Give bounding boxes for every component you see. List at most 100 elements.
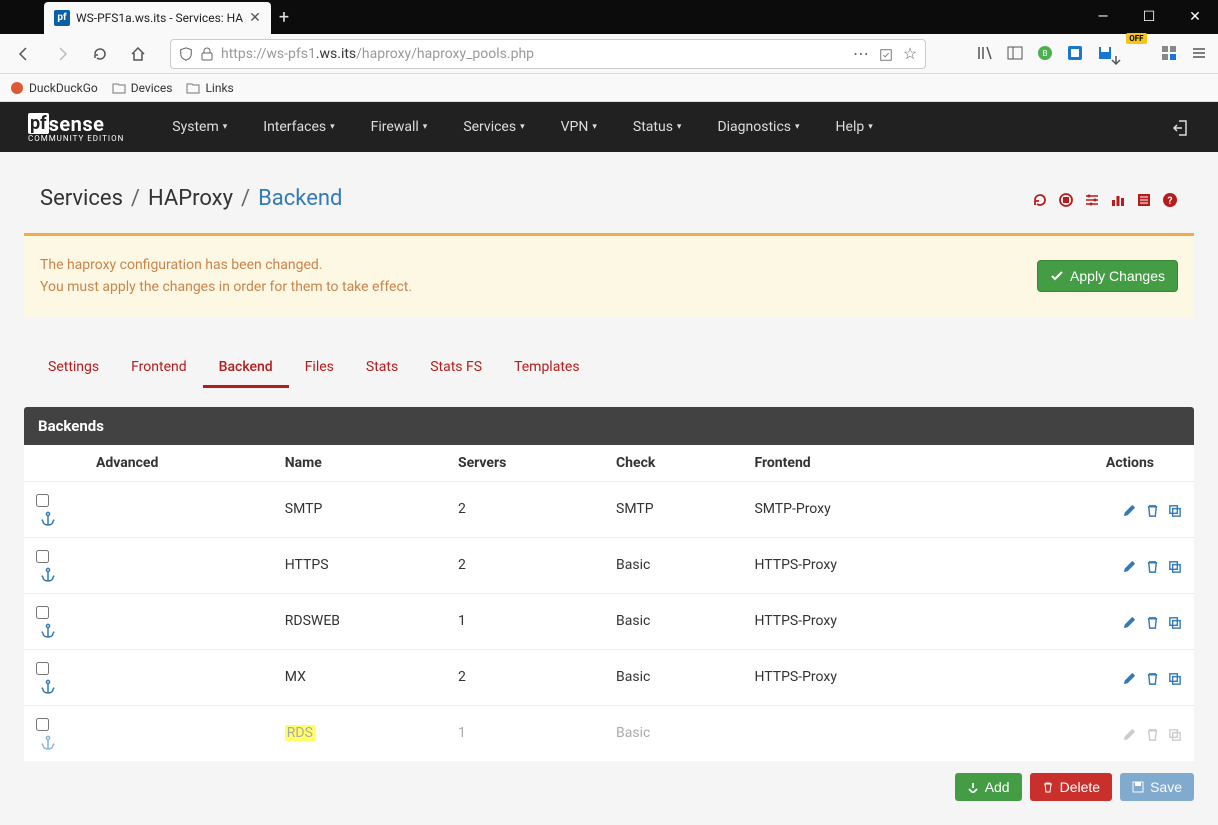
delete-button[interactable]: Delete <box>1030 773 1112 801</box>
tab-settings[interactable]: Settings <box>32 349 115 388</box>
table-row: RDS 1 Basic <box>24 705 1194 761</box>
sidebar-icon[interactable] <box>1006 44 1024 62</box>
back-button[interactable] <box>10 40 38 68</box>
edit-icon[interactable] <box>1122 612 1137 631</box>
trash-icon[interactable] <box>1145 556 1160 575</box>
close-window-button[interactable]: ✕ <box>1172 0 1218 34</box>
extensions-icon[interactable] <box>1160 44 1178 62</box>
star-icon[interactable]: ☆ <box>903 44 917 63</box>
help-icon[interactable]: ? <box>1162 189 1178 208</box>
row-frontend <box>742 705 975 761</box>
row-name: RDS <box>285 725 315 741</box>
backends-table: Advanced Name Servers Check Frontend Act… <box>24 445 1194 761</box>
row-checkbox[interactable] <box>36 718 49 731</box>
stats-icon[interactable] <box>1110 189 1126 208</box>
tab-stats[interactable]: Stats <box>350 349 414 388</box>
copy-icon[interactable] <box>1167 724 1182 743</box>
col-servers: Servers <box>446 445 604 482</box>
row-checkbox[interactable] <box>36 494 49 507</box>
restart-service-icon[interactable] <box>1032 189 1048 208</box>
bookmarks-bar: DuckDuckGo Devices Links <box>0 74 1218 102</box>
browser-tab[interactable]: pf WS-PFS1a.ws.its - Services: HA ✕ <box>44 2 271 34</box>
copy-icon[interactable] <box>1167 668 1182 687</box>
breadcrumb-backend[interactable]: Backend <box>258 186 342 211</box>
add-button[interactable]: Add <box>955 773 1022 801</box>
copy-icon[interactable] <box>1167 612 1182 631</box>
breadcrumb-row: Services / HAProxy / Backend ? <box>24 176 1194 221</box>
tabs-row: SettingsFrontendBackendFilesStatsStats F… <box>24 349 1194 389</box>
reader-icon[interactable] <box>879 44 893 63</box>
row-checkbox[interactable] <box>36 606 49 619</box>
trash-icon[interactable] <box>1145 612 1160 631</box>
stop-service-icon[interactable] <box>1058 189 1074 208</box>
row-checkbox[interactable] <box>36 662 49 675</box>
nav-help[interactable]: Help▾ <box>818 119 891 135</box>
tab-files[interactable]: Files <box>289 349 350 388</box>
extension-blue-icon[interactable] <box>1066 44 1084 62</box>
close-icon[interactable]: ✕ <box>249 10 261 26</box>
home-button[interactable] <box>124 40 152 68</box>
logout-icon[interactable] <box>1172 117 1190 138</box>
tab-stats-fs[interactable]: Stats FS <box>414 349 498 388</box>
row-checkbox[interactable] <box>36 550 49 563</box>
copy-icon[interactable] <box>1167 556 1182 575</box>
anchor-icon[interactable] <box>40 508 56 527</box>
forward-button[interactable] <box>48 40 76 68</box>
col-name: Name <box>273 445 446 482</box>
apply-changes-button[interactable]: Apply Changes <box>1037 260 1178 292</box>
nav-firewall[interactable]: Firewall▾ <box>353 119 446 135</box>
bookmark-duckduckgo[interactable]: DuckDuckGo <box>10 81 98 95</box>
trash-icon[interactable] <box>1145 500 1160 519</box>
anchor-icon[interactable] <box>40 564 56 583</box>
anchor-icon[interactable] <box>40 732 56 751</box>
page-actions-icon[interactable]: ⋯ <box>853 44 869 63</box>
row-check: Basic <box>604 537 742 593</box>
anchor-icon[interactable] <box>40 620 56 639</box>
lock-icon[interactable] <box>201 46 213 62</box>
row-check: Basic <box>604 593 742 649</box>
menu-icon[interactable] <box>1190 44 1208 62</box>
row-frontend: SMTP-Proxy <box>742 481 975 537</box>
nav-interfaces[interactable]: Interfaces▾ <box>245 119 352 135</box>
pfsense-logo[interactable]: pfsense COMMUNITY EDITION <box>28 112 124 143</box>
extension-green-icon[interactable]: B <box>1036 44 1054 62</box>
nav-status[interactable]: Status▾ <box>615 119 700 135</box>
nav-diagnostics[interactable]: Diagnostics▾ <box>699 119 817 135</box>
trash-icon[interactable] <box>1145 724 1160 743</box>
shield-icon[interactable] <box>179 46 193 62</box>
anchor-icon[interactable] <box>40 676 56 695</box>
alert-line2: You must apply the changes in order for … <box>40 276 412 298</box>
new-tab-button[interactable]: + <box>279 7 289 28</box>
save-button[interactable]: Save <box>1120 773 1194 801</box>
maximize-button[interactable]: ☐ <box>1126 0 1172 34</box>
tab-templates[interactable]: Templates <box>498 349 596 388</box>
url-bar[interactable]: https://ws-pfs1.ws.its/haproxy/haproxy_p… <box>170 39 926 69</box>
bookmark-devices[interactable]: Devices <box>112 81 173 95</box>
nav-system[interactable]: System▾ <box>154 119 245 135</box>
config-changed-alert: The haproxy configuration has been chang… <box>24 233 1194 317</box>
library-icon[interactable] <box>976 44 994 62</box>
trash-icon[interactable] <box>1145 668 1160 687</box>
log-icon[interactable] <box>1136 189 1152 208</box>
reload-button[interactable] <box>86 40 114 68</box>
settings-sliders-icon[interactable] <box>1084 189 1100 208</box>
bookmark-links[interactable]: Links <box>186 81 233 95</box>
tab-backend[interactable]: Backend <box>203 349 289 388</box>
row-frontend: HTTPS-Proxy <box>742 537 975 593</box>
edit-icon[interactable] <box>1122 724 1137 743</box>
row-name: MX <box>285 669 306 685</box>
tracking-icon[interactable]: OFF <box>1126 37 1148 69</box>
minimize-button[interactable]: — <box>1080 0 1126 34</box>
nav-vpn[interactable]: VPN▾ <box>543 119 615 135</box>
url-text: https://ws-pfs1.ws.its/haproxy/haproxy_p… <box>221 46 845 62</box>
edit-icon[interactable] <box>1122 556 1137 575</box>
copy-icon[interactable] <box>1167 500 1182 519</box>
edit-icon[interactable] <box>1122 668 1137 687</box>
row-frontend: HTTPS-Proxy <box>742 593 975 649</box>
edit-icon[interactable] <box>1122 500 1137 519</box>
breadcrumb-haproxy[interactable]: HAProxy <box>148 186 233 211</box>
tab-frontend[interactable]: Frontend <box>115 349 203 388</box>
nav-services[interactable]: Services▾ <box>445 119 542 135</box>
breadcrumb-services[interactable]: Services <box>40 186 123 211</box>
col-frontend: Frontend <box>742 445 975 482</box>
